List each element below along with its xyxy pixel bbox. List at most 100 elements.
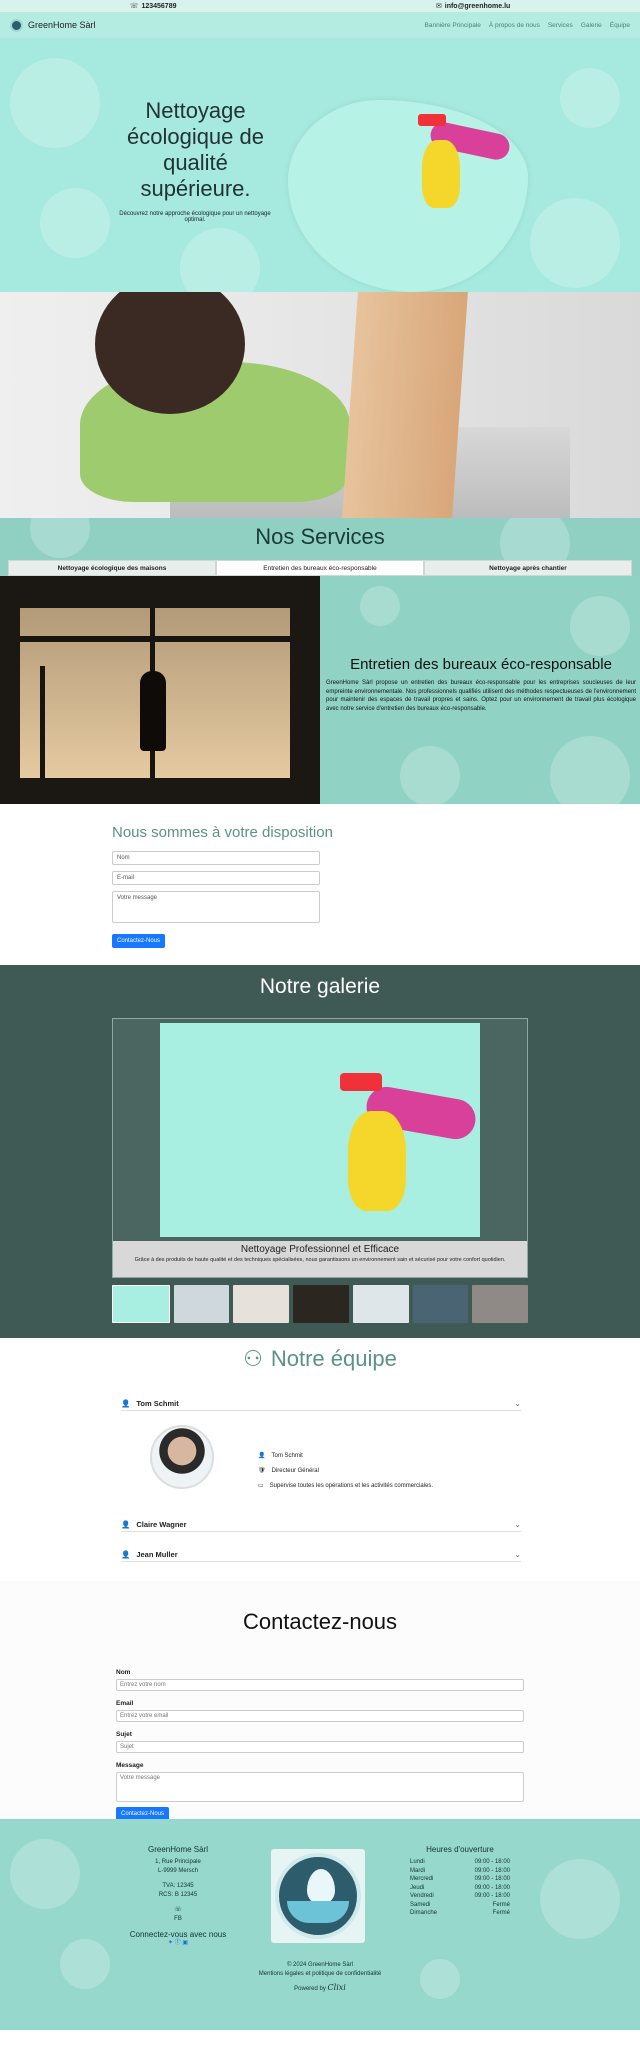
- id-card-icon: ▭: [258, 1483, 264, 1489]
- team-heading: ⚇ Notre équipe: [0, 1338, 640, 1372]
- services-tabs: Nettoyage écologique des maisons Entreti…: [0, 560, 640, 576]
- gallery-thumbnail[interactable]: [412, 1285, 469, 1323]
- opening-hours: Heures d'ouverture Lundi 09:00 - 18:00 Mar…: [410, 1845, 510, 1918]
- user-icon: 👤: [121, 1550, 131, 1559]
- phone-text: 123456789: [141, 2, 177, 10]
- decor-bubble: [60, 1939, 110, 1989]
- logo-icon: [10, 18, 23, 32]
- phone-item[interactable]: ☏ 123456789: [130, 2, 177, 11]
- gallery-thumbnail[interactable]: [112, 1285, 170, 1323]
- member-name: Jean Muller: [136, 1550, 178, 1559]
- caption-title: Nettoyage Professionnel et Efficace: [240, 1244, 400, 1255]
- hours-day: Vendredi: [410, 1893, 434, 1899]
- gallery-thumbnail[interactable]: [293, 1285, 349, 1323]
- hero-banner: Nettoyage écologique de qualité supérieu…: [0, 38, 640, 292]
- nav-link-services[interactable]: Services: [548, 22, 573, 29]
- tab-houses[interactable]: Nettoyage écologique des maisons: [8, 560, 216, 576]
- gallery-thumbnail[interactable]: [472, 1285, 529, 1323]
- gallery-title: Notre galerie: [259, 975, 381, 998]
- name-input[interactable]: Nom: [112, 851, 320, 865]
- phone-icon[interactable]: ☏: [118, 1906, 238, 1915]
- label-email: Email: [116, 1700, 134, 1707]
- facebook-icon[interactable]: ⓕ: [175, 1940, 181, 1946]
- nav-link-banner[interactable]: Bannière Principale: [425, 22, 481, 29]
- company-name: GreenHome Sàrl: [147, 1845, 209, 1854]
- gallery-main-image: [160, 1023, 480, 1237]
- accordion-item-tom[interactable]: 👤 Tom Schmit ⌄: [121, 1397, 521, 1411]
- submit-button[interactable]: Contactez-Nous: [112, 934, 166, 948]
- decor-bubble: [540, 1859, 620, 1939]
- member-role: Directeur Général: [271, 1467, 319, 1474]
- team-section: ⚇ Notre équipe 👤 Tom Schmit ⌄ 👤 Tom Schmit 🛡…: [0, 1338, 640, 1581]
- decor-bubble: [180, 228, 260, 292]
- chevron-down-icon: ⌄: [514, 1520, 521, 1529]
- gallery-caption: Nettoyage Professionnel et Efficace Grâc…: [113, 1241, 527, 1277]
- email-text: info@greenhome.lu: [444, 2, 511, 10]
- powered-by: Powered by Clixi: [220, 1983, 420, 1994]
- badge-icon: 🛡: [258, 1468, 266, 1474]
- nav-link-about[interactable]: À propos de nous: [489, 22, 540, 29]
- quick-contact-form: Nous sommes à votre disposition Nom E-ma…: [0, 804, 640, 965]
- fb-link[interactable]: FB: [118, 1915, 238, 1924]
- label-subject: Sujet: [116, 1731, 132, 1738]
- hours-day: Mercredi: [410, 1876, 434, 1882]
- address-line1: 1, Rue Principale: [155, 1859, 201, 1865]
- footer: GreenHome Sàrl 1, Rue Principale L-9999 …: [0, 1819, 640, 2030]
- accordion-item-claire[interactable]: 👤 Claire Wagner ⌄: [121, 1518, 521, 1532]
- top-contact-bar: ☏ 123456789 ✉ info@greenhome.lu: [0, 0, 640, 12]
- hours-time: 09:00 - 18:00: [474, 1893, 510, 1899]
- label-name: Nom: [116, 1669, 131, 1676]
- brand-name: GreenHome Sàrl: [28, 20, 96, 30]
- avatar: [150, 1425, 214, 1489]
- email-item[interactable]: ✉ info@greenhome.lu: [435, 2, 511, 11]
- user-icon: 👤: [121, 1399, 131, 1408]
- chevron-down-icon: ⌄: [514, 1399, 521, 1408]
- decor-bubble: [360, 586, 400, 626]
- brand[interactable]: GreenHome Sàrl: [10, 18, 96, 32]
- nav-link-team[interactable]: Équipe: [610, 22, 630, 29]
- contact-subject-input[interactable]: Sujet: [116, 1741, 524, 1753]
- message-input[interactable]: Votre message: [112, 891, 320, 923]
- rcs: RCS: B 12345: [158, 1892, 198, 1898]
- tva: TVA: 12345: [162, 1883, 194, 1889]
- member-name-detail: Tom Schmit: [271, 1452, 303, 1459]
- contact-message-input[interactable]: Votre message: [116, 1772, 524, 1802]
- hours-row: Mardi 09:00 - 18:00: [410, 1867, 510, 1876]
- hours-time: Fermé: [492, 1910, 510, 1916]
- member-description: Supervise toutes les opérations et les a…: [269, 1482, 434, 1489]
- service-description-panel: Entretien des bureaux éco-responsable Gr…: [320, 576, 640, 804]
- linkedin-icon[interactable]: ▣: [182, 1940, 188, 1946]
- gallery-carousel[interactable]: Nettoyage Professionnel et Efficace Grâc…: [112, 1018, 528, 1278]
- accordion-item-jean[interactable]: 👤 Jean Muller ⌄: [121, 1548, 521, 1562]
- team-icon: ⚇: [243, 1346, 263, 1371]
- gallery-thumbnail[interactable]: [233, 1285, 290, 1323]
- gallery-thumbnail[interactable]: [173, 1285, 230, 1323]
- powered-by-brand[interactable]: Clixi: [328, 1983, 346, 1992]
- mail-icon: ✉: [435, 3, 442, 10]
- decor-bubble: [570, 596, 630, 656]
- contact-email-input[interactable]: Entrez votre email: [116, 1710, 524, 1722]
- hours-title: Heures d'ouverture: [426, 1845, 494, 1854]
- legal-link[interactable]: Mentions légales et politique de confide…: [220, 1970, 420, 1979]
- chevron-down-icon: ⌄: [514, 1550, 521, 1559]
- member-name-line: 👤 Tom Schmit: [258, 1452, 303, 1460]
- social-icons: ✦ ⓕ ▣: [118, 1939, 238, 1948]
- twitter-icon[interactable]: ✦: [168, 1940, 173, 1946]
- team-title: Notre équipe: [270, 1346, 397, 1371]
- gallery-section: Notre galerie Nettoyage Professionnel et…: [0, 965, 640, 1338]
- member-name: Claire Wagner: [136, 1520, 187, 1529]
- nav-links: Bannière Principale À propos de nous Ser…: [425, 22, 630, 29]
- hours-day: Jeudi: [410, 1884, 425, 1891]
- tab-construction[interactable]: Nettoyage après chantier: [424, 560, 632, 576]
- footer-company: GreenHome Sàrl 1, Rue Principale L-9999 …: [118, 1845, 238, 1948]
- nav-link-gallery[interactable]: Galerie: [581, 22, 602, 29]
- gallery-thumbnail[interactable]: [352, 1285, 409, 1323]
- contact-name-input[interactable]: Entrez votre nom: [116, 1679, 524, 1691]
- hours-row: Jeudi 09:00 - 18:00: [410, 1884, 510, 1893]
- logo-icon: [275, 1853, 361, 1939]
- tab-offices[interactable]: Entretien des bureaux éco-responsable: [216, 560, 424, 576]
- decor-bubble: [420, 1959, 460, 1999]
- gallery-thumbnails: [112, 1285, 529, 1323]
- user-icon: 👤: [121, 1520, 131, 1529]
- email-input[interactable]: E-mail: [112, 871, 320, 885]
